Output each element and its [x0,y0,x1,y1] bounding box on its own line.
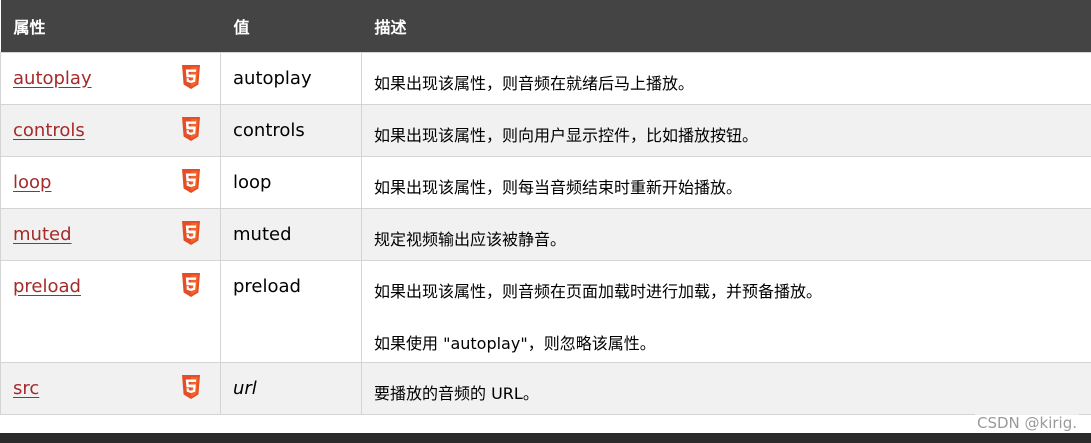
attr-link-autoplay[interactable]: autoplay [13,68,92,89]
description-text-note: 如果使用 "autoplay"，则忽略该属性。 [374,333,656,353]
attr-link-controls[interactable]: controls [13,120,85,141]
table-header-row: 属性 值 描述 [0,0,1091,52]
value-cell: loop [220,155,362,209]
header-description: 描述 [361,0,1091,52]
html5-icon [182,220,200,245]
description-text: 如果出现该属性，则音频在页面加载时进行加载，并预备播放。 [374,281,823,301]
attr-link-preload[interactable]: preload [13,276,81,297]
value-cell: url [220,361,362,415]
description-text: 规定视频输出应该被静音。 [374,229,567,249]
description-text: 如果出现该属性，则音频在就绪后马上播放。 [374,73,695,93]
table-row: autoplay autoplay 如果出现该属性，则音频在就绪后马上播放。 [0,51,1091,105]
value-cell: muted [220,207,362,261]
table-row: muted muted 规定视频输出应该被静音。 [0,207,1091,261]
attribute-table: 属性 值 描述 autoplay autoplay 如果出现该属性，则音频在就绪… [0,0,1091,415]
table-row: preload preload 如果出现该属性，则音频在页面加载时进行加载，并预… [0,259,1091,363]
html5-icon [182,64,200,89]
table-row: src url 要播放的音频的 URL。 [0,361,1091,415]
html5-icon [182,168,200,193]
value-cell: controls [220,103,362,157]
bottom-bar [0,433,1091,443]
table-row: controls controls 如果出现该属性，则向用户显示控件，比如播放按… [0,103,1091,157]
header-attribute: 属性 [0,0,221,52]
attr-link-loop[interactable]: loop [13,172,51,193]
watermark: CSDN @kirig. [974,414,1079,432]
html5-icon [182,272,200,297]
attr-link-src[interactable]: src [13,378,39,399]
table-row: loop loop 如果出现该属性，则每当音频结束时重新开始播放。 [0,155,1091,209]
header-value: 值 [220,0,362,52]
value-cell: autoplay [220,51,362,105]
description-text: 如果出现该属性，则向用户显示控件，比如播放按钮。 [374,125,759,145]
html5-icon [182,116,200,141]
description-text: 要播放的音频的 URL。 [374,383,539,403]
html5-icon [182,374,200,399]
value-cell: preload [220,259,362,363]
description-text: 如果出现该属性，则每当音频结束时重新开始播放。 [374,177,743,197]
attr-link-muted[interactable]: muted [13,224,72,245]
